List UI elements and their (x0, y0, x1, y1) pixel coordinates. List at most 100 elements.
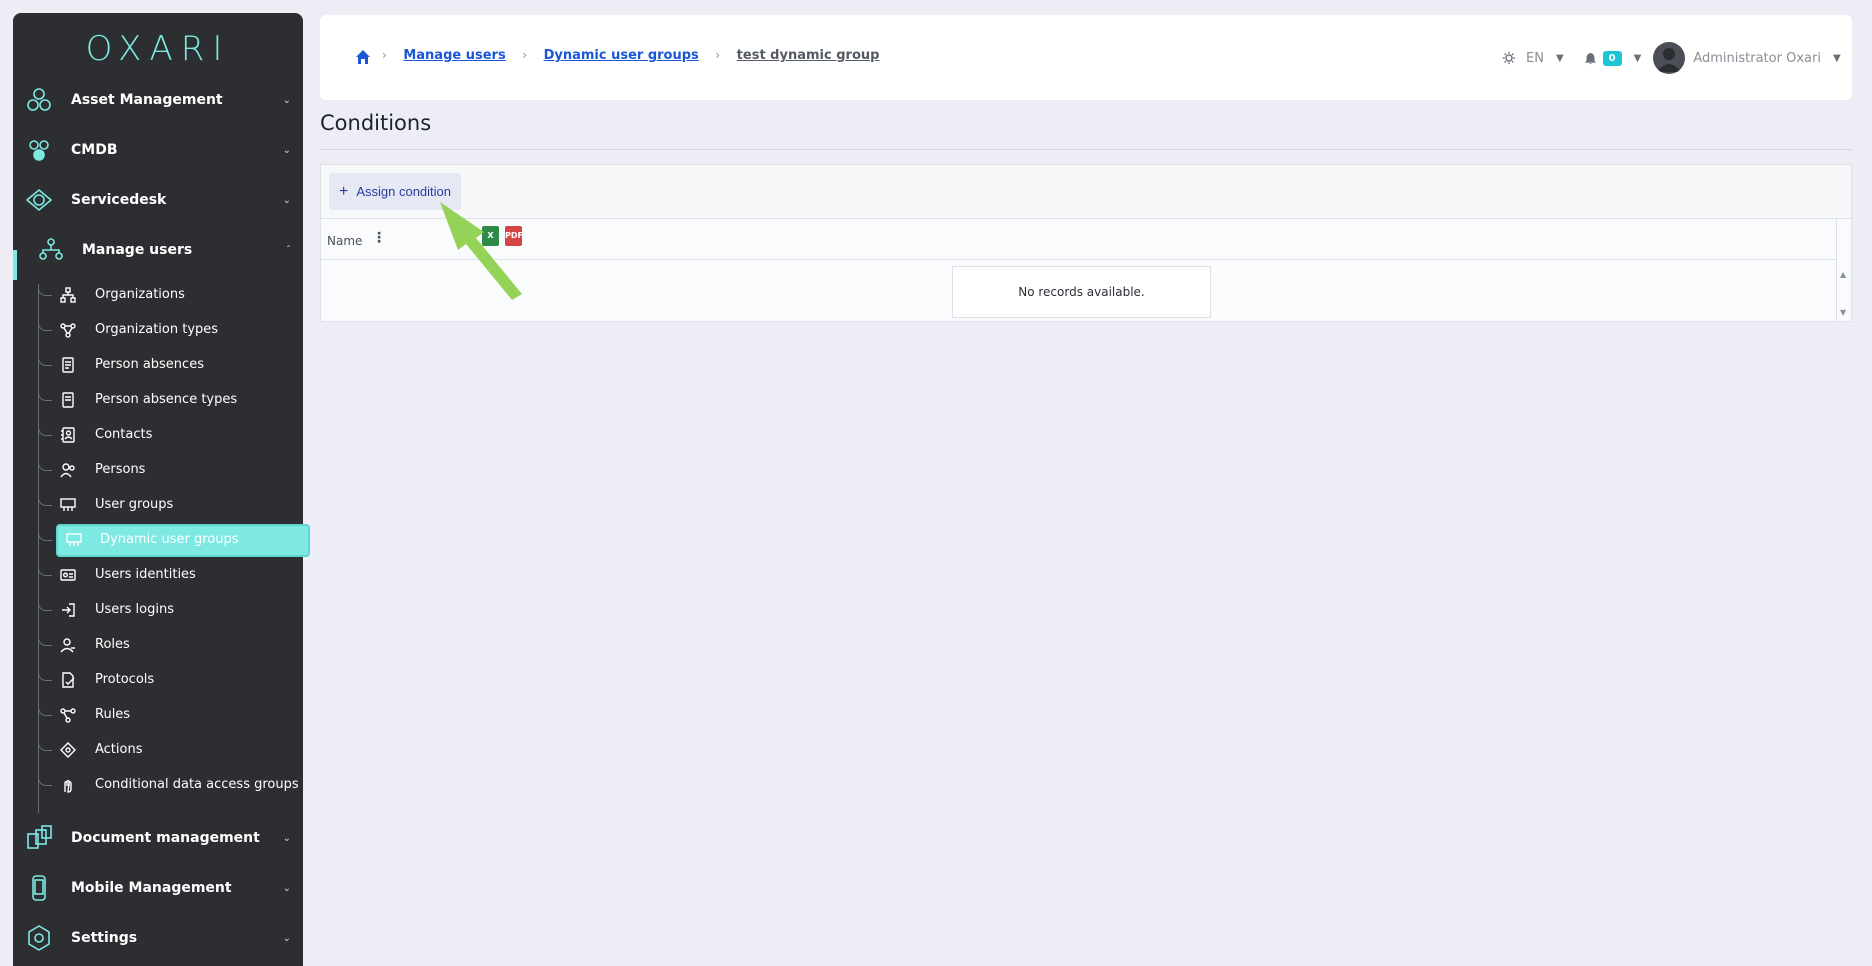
org-chart-icon (60, 286, 76, 303)
sidebar-item-label: Mobile Management (71, 880, 232, 896)
sidebar-item-document-management[interactable]: Document management ⌄ (13, 816, 303, 860)
page-title: Conditions (320, 111, 432, 135)
sidebar-item-persons[interactable]: Persons (38, 453, 303, 486)
sidebar-item-label: Persons (95, 462, 146, 477)
tree-branch (38, 704, 52, 716)
sidebar-item-label: Organization types (95, 322, 219, 337)
tree-branch (38, 634, 52, 646)
sidebar-item-manage-users[interactable]: Manage users ˆ (13, 228, 303, 272)
mobile-icon (32, 875, 46, 901)
avatar[interactable] (1653, 42, 1686, 74)
sidebar-item-label: Roles (95, 637, 130, 652)
sidebar-item-organization-types[interactable]: Organization types (38, 313, 303, 346)
breadcrumb-separator: › (715, 48, 721, 62)
calendar-types-icon (62, 391, 74, 408)
dynamic-groups-icon (66, 532, 82, 546)
home-icon[interactable] (355, 49, 371, 65)
sidebar-item-roles[interactable]: Roles (38, 628, 303, 661)
user-name[interactable]: Administrator Oxari (1693, 51, 1821, 66)
contacts-icon (61, 426, 75, 443)
chevron-down-icon: ⌄ (282, 194, 291, 206)
chevron-down-icon: ⌄ (282, 144, 291, 156)
sidebar-item-users-logins[interactable]: Users logins (38, 593, 303, 626)
calendar-icon (62, 356, 74, 373)
actions-icon (60, 741, 76, 758)
sidebar-item-organizations[interactable]: Organizations (38, 278, 303, 311)
persons-icon (60, 462, 75, 477)
sidebar-item-settings[interactable]: Settings ⌄ (13, 916, 303, 960)
brightness-icon[interactable] (1502, 51, 1516, 65)
sidebar-item-label: Users logins (95, 602, 174, 617)
sidebar: OXARI Asset Management ⌄ CMDB ⌄ Serviced… (13, 13, 310, 966)
user-groups-icon (60, 497, 76, 511)
breadcrumb-manage-users[interactable]: Manage users (403, 48, 505, 63)
sidebar-item-actions[interactable]: Actions (38, 733, 303, 766)
breadcrumb-dynamic-user-groups[interactable]: Dynamic user groups (544, 48, 699, 63)
sidebar-item-mobile-management[interactable]: Mobile Management ⌄ (13, 866, 303, 910)
sidebar-item-label: CMDB (71, 142, 118, 158)
tree-branch (38, 599, 52, 611)
sidebar-item-asset-management[interactable]: Asset Management ⌄ (13, 78, 303, 122)
sidebar-item-person-absence-types[interactable]: Person absence types (38, 383, 303, 416)
tree-branch (38, 424, 52, 436)
documents-icon (27, 825, 52, 849)
assign-condition-label: Assign condition (356, 184, 452, 199)
chevron-down-icon: ⌄ (282, 94, 291, 106)
vertical-scrollbar[interactable]: ▲ ▼ (1836, 220, 1851, 321)
sidebar-item-dynamic-user-groups[interactable]: Dynamic user groups (38, 523, 310, 557)
sidebar-item-label: Asset Management (71, 92, 223, 108)
sidebar-item-contacts[interactable]: Contacts (38, 418, 303, 451)
tree-branch (38, 319, 52, 331)
breadcrumb-separator: › (522, 48, 528, 62)
sidebar-item-label: Person absence types (95, 392, 238, 407)
top-header: › Manage users › Dynamic user groups › t… (320, 15, 1852, 100)
tree-branch (38, 459, 52, 471)
sidebar-item-person-absences[interactable]: Person absences (38, 348, 303, 381)
user-avatar-icon (1657, 48, 1682, 72)
tree-branch (38, 494, 52, 506)
notification-badge[interactable]: 0 (1602, 50, 1622, 66)
sidebar-item-conditional-data-access-groups[interactable]: Conditional data access groups (38, 768, 303, 801)
hand-icon (64, 779, 72, 793)
oxari-logo[interactable]: OXARI (13, 29, 303, 69)
hexagons-icon (27, 88, 51, 111)
sidebar-item-label: Conditional data access groups (95, 777, 299, 792)
cmdb-icon (29, 140, 49, 161)
sidebar-item-label: Person absences (95, 357, 204, 372)
gear-icon (28, 925, 50, 951)
sidebar-item-label: Servicedesk (71, 192, 167, 208)
column-menu-icon[interactable]: ⋮ (372, 230, 386, 246)
tree-branch (38, 774, 52, 786)
scroll-down-icon[interactable]: ▼ (1840, 308, 1846, 317)
caret-down-icon[interactable]: ▼ (1833, 53, 1841, 64)
chevron-up-icon: ˆ (286, 244, 291, 256)
sidebar-item-label: Dynamic user groups (100, 532, 239, 547)
sidebar-item-label: Manage users (82, 242, 193, 258)
sidebar-item-cmdb[interactable]: CMDB ⌄ (13, 128, 303, 172)
header-controls: EN ▼ 0 ▼ Administrator Oxari ▼ (1502, 42, 1841, 74)
sidebar-item-rules[interactable]: Rules (38, 698, 303, 731)
breadcrumb: › Manage users › Dynamic user groups › t… (382, 48, 879, 63)
language-selector[interactable]: EN (1526, 51, 1544, 66)
sidebar-item-label: Document management (71, 830, 260, 846)
scroll-up-icon[interactable]: ▲ (1840, 270, 1846, 279)
sidebar-item-protocols[interactable]: Protocols (38, 663, 303, 696)
tree-branch (38, 669, 52, 681)
sidebar-item-user-groups[interactable]: User groups (38, 488, 303, 521)
caret-down-icon[interactable]: ▼ (1634, 53, 1642, 64)
tree-branch (38, 564, 52, 576)
chevron-down-icon: ⌄ (282, 832, 291, 844)
tree-branch (38, 739, 52, 751)
annotation-arrow-icon (440, 202, 522, 300)
bell-icon[interactable] (1584, 52, 1597, 65)
tree-branch (38, 284, 52, 296)
org-types-icon (60, 322, 76, 338)
tree-branch (38, 389, 52, 401)
sidebar-item-servicedesk[interactable]: Servicedesk ⌄ (13, 178, 303, 222)
sidebar-item-users-identities[interactable]: Users identities (38, 558, 303, 591)
breadcrumb-current[interactable]: test dynamic group (737, 48, 880, 63)
sidebar-item-label: User groups (95, 497, 174, 512)
empty-state-message: No records available. (952, 266, 1211, 318)
column-header-name[interactable]: Name (327, 234, 362, 248)
caret-down-icon[interactable]: ▼ (1556, 53, 1564, 64)
